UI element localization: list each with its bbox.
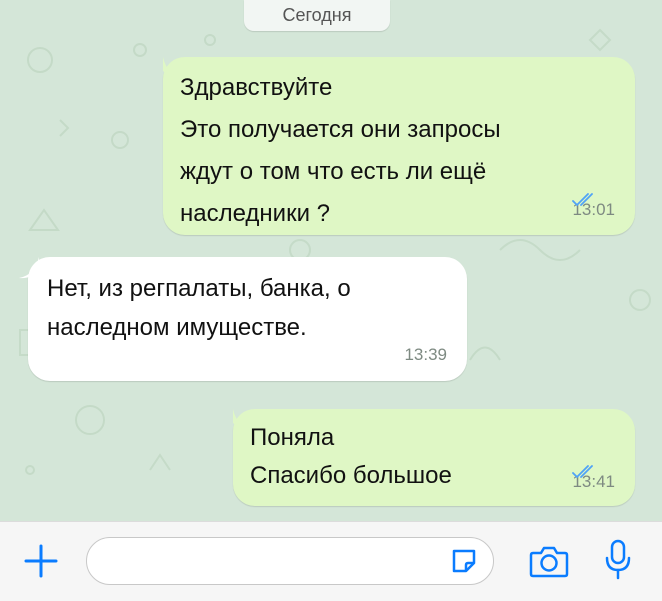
message-bubble-incoming[interactable]: Нет, из регпалаты, банка, о наследном им… bbox=[19, 257, 467, 381]
message-line: Здравствуйте bbox=[180, 74, 333, 101]
sticker-icon[interactable] bbox=[449, 546, 479, 576]
message-line: Спасибо большое bbox=[250, 462, 452, 489]
message-meta: 13:01 bbox=[572, 193, 615, 226]
message-time: 13:39 bbox=[404, 345, 447, 364]
plus-icon[interactable] bbox=[23, 543, 59, 579]
message-bubble-outgoing[interactable]: Здравствуйте Это получается они запросы … bbox=[163, 57, 635, 235]
message-line: Поняла bbox=[250, 424, 335, 451]
message-input-bar bbox=[0, 521, 662, 601]
message-line: ждут о том что есть ли ещё bbox=[180, 158, 487, 185]
message-line: наследники ? bbox=[180, 200, 331, 227]
bubble-tail bbox=[19, 257, 39, 279]
message-line: Нет, из регпалаты, банка, о bbox=[47, 275, 351, 302]
message-meta: 13:41 bbox=[572, 465, 615, 498]
camera-icon[interactable] bbox=[529, 544, 569, 578]
microphone-icon[interactable] bbox=[605, 539, 631, 581]
message-meta: 13:39 bbox=[404, 338, 447, 371]
message-input[interactable] bbox=[86, 537, 494, 585]
message-bubble-outgoing[interactable]: Поняла Спасибо большое 13:41 bbox=[233, 409, 635, 506]
message-line: Это получается они запросы bbox=[180, 116, 501, 143]
double-check-icon bbox=[572, 193, 594, 207]
double-check-icon bbox=[572, 465, 594, 479]
message-line: наследном имуществе. bbox=[47, 314, 307, 341]
chat-background: Сегодня Здравствуйте Это получается они … bbox=[0, 0, 662, 521]
date-separator: Сегодня bbox=[244, 0, 390, 31]
